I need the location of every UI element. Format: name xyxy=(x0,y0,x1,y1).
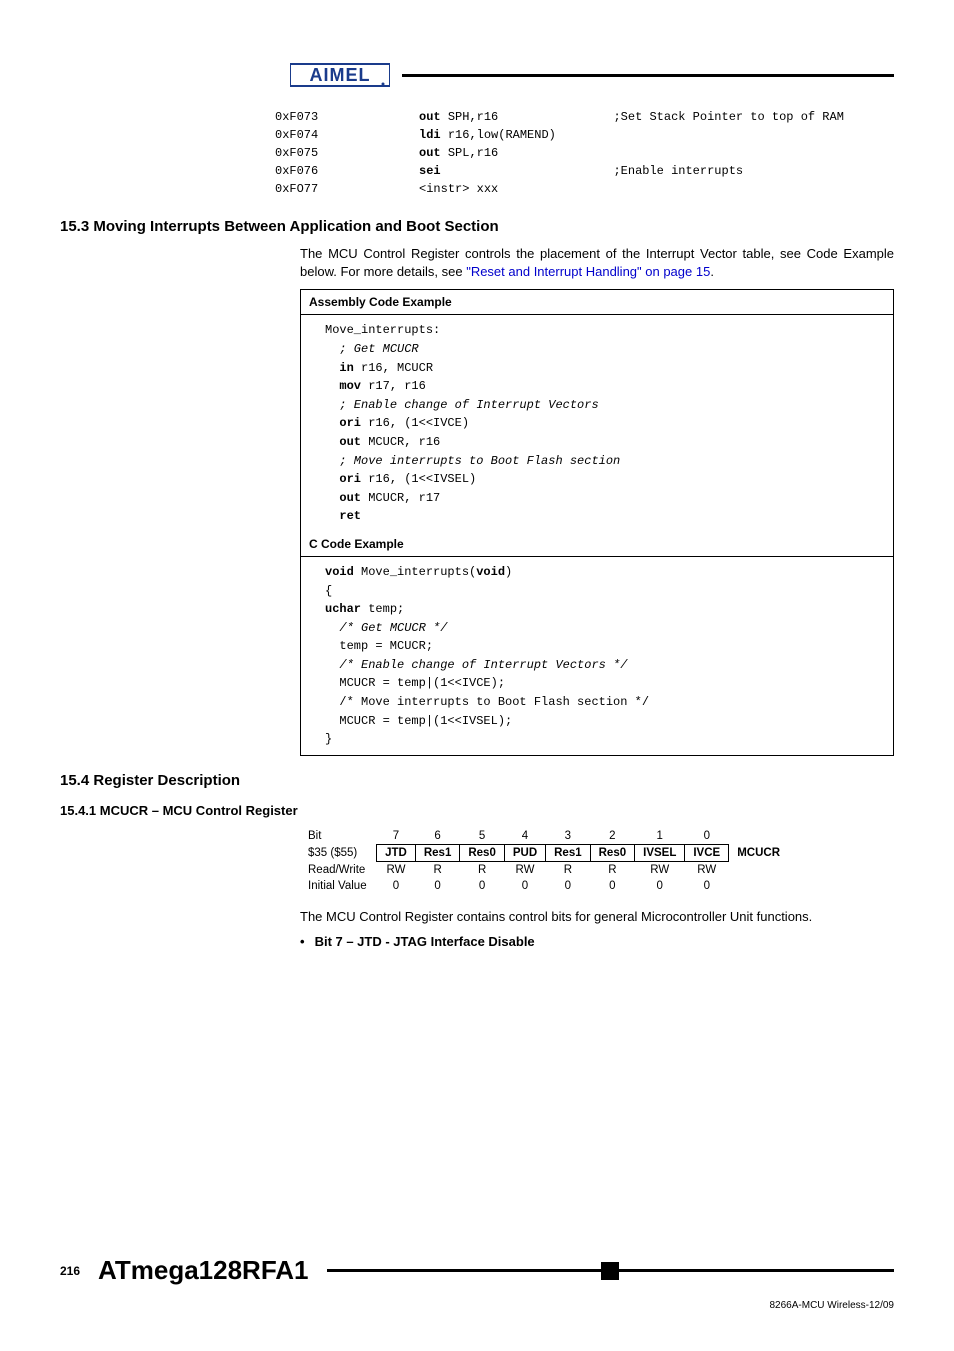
asm-example-content: Move_interrupts: ; Get MCUCR in r16, MCU… xyxy=(301,315,893,532)
register-description-para: The MCU Control Register contains contro… xyxy=(300,908,894,926)
pre-asm-block: 0xF073 out SPH,r16 ;Set Stack Pointer to… xyxy=(275,108,894,198)
footer-bar xyxy=(327,1262,894,1280)
asm-example-title: Assembly Code Example xyxy=(301,290,893,315)
c-example-content: void Move_interrupts(void){uchar temp; /… xyxy=(301,557,893,755)
section-153-paragraph: The MCU Control Register controls the pl… xyxy=(300,245,894,281)
page-number: 216 xyxy=(60,1264,80,1278)
bullet-marker: • xyxy=(300,934,305,949)
bullet-text: Bit 7 – JTD - JTAG Interface Disable xyxy=(315,934,535,949)
section-153-heading: 15.3 Moving Interrupts Between Applicati… xyxy=(60,218,894,235)
para-period: . xyxy=(710,264,714,279)
atmel-logo: AIMEL xyxy=(290,60,390,90)
svg-text:AIMEL: AIMEL xyxy=(310,65,371,85)
section-1541-heading: 15.4.1 MCUCR – MCU Control Register xyxy=(60,803,894,818)
section-154-heading: 15.4 Register Description xyxy=(60,772,894,789)
code-examples-box: Assembly Code Example Move_interrupts: ;… xyxy=(300,289,894,755)
c-example-title: C Code Example xyxy=(301,532,893,557)
header-logo-row: AIMEL xyxy=(290,60,894,90)
mcucr-register-table: Bit76543210$35 ($55)JTDRes1Res0PUDRes1Re… xyxy=(300,828,788,894)
header-divider xyxy=(402,74,894,77)
link-reset-interrupt[interactable]: "Reset and Interrupt Handling" on page 1… xyxy=(466,264,710,279)
bit7-bullet: • Bit 7 – JTD - JTAG Interface Disable xyxy=(300,934,894,949)
document-id: 8266A-MCU Wireless-12/09 xyxy=(60,1300,894,1311)
page-footer: 216 ATmega128RFA1 8266A-MCU Wireless-12/… xyxy=(60,1255,894,1311)
product-name: ATmega128RFA1 xyxy=(98,1255,309,1286)
